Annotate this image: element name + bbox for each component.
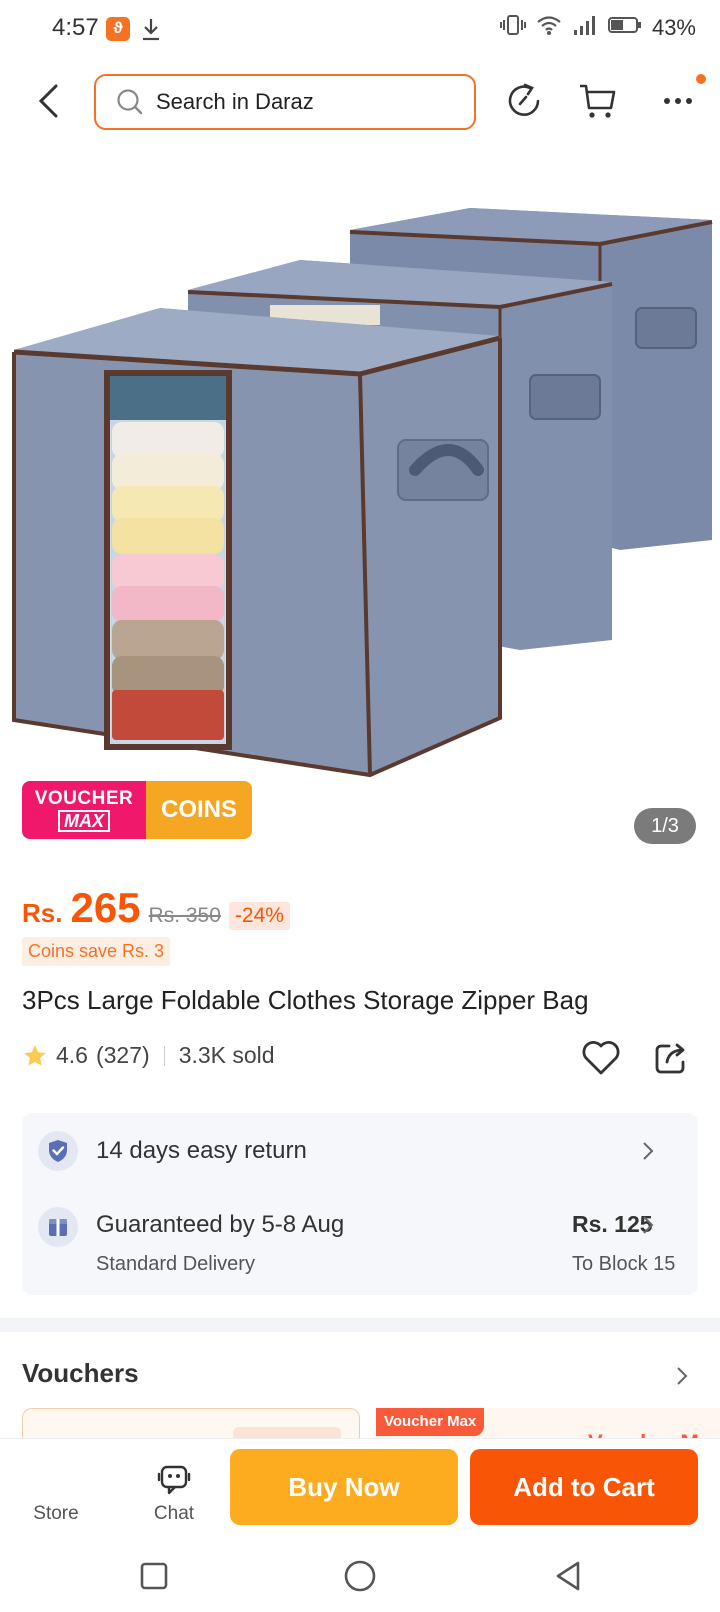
chat-label: Chat bbox=[153, 1503, 195, 1524]
recents-icon bbox=[140, 1562, 168, 1590]
chevron-right-icon bbox=[638, 1213, 658, 1237]
chat-button[interactable]: Chat bbox=[140, 1439, 208, 1539]
system-nav-bar bbox=[0, 1538, 720, 1612]
back-icon bbox=[38, 84, 58, 118]
delivery-info-card: 14 days easy return Guaranteed by 5-8 Au… bbox=[22, 1113, 698, 1295]
storage-bags-illustration bbox=[12, 208, 713, 778]
separator bbox=[163, 1045, 165, 1066]
back-button[interactable] bbox=[28, 80, 68, 122]
return-text: 14 days easy return bbox=[96, 1137, 307, 1164]
coins-save-badge: Coins save Rs. 3 bbox=[22, 937, 171, 966]
battery-icon bbox=[607, 15, 642, 40]
voucher-max-coins-badge[interactable]: VOUCHER MAX COINS bbox=[22, 781, 252, 839]
star-icon bbox=[24, 1044, 46, 1066]
home-icon bbox=[344, 1560, 376, 1592]
original-price: Rs. 350 bbox=[148, 904, 221, 927]
search-icon bbox=[117, 89, 143, 115]
voucher-text: VOUCHER bbox=[34, 787, 134, 809]
chevron-right-icon bbox=[638, 1139, 658, 1163]
signal-icon bbox=[572, 14, 598, 41]
header: Search in Daraz bbox=[0, 68, 720, 134]
wishlist-button[interactable] bbox=[578, 1035, 624, 1081]
rating-value: 4.6 bbox=[56, 1042, 88, 1068]
voucher-max-tag: Voucher Max bbox=[376, 1408, 485, 1436]
max-text: MAX bbox=[58, 809, 110, 832]
price-currency: Rs. bbox=[22, 898, 63, 928]
chat-icon bbox=[154, 1459, 194, 1499]
nav-back-icon bbox=[556, 1561, 580, 1591]
shield-icon bbox=[38, 1131, 78, 1171]
product-image[interactable] bbox=[0, 150, 720, 850]
wifi-icon bbox=[536, 14, 562, 41]
store-button[interactable]: Store bbox=[22, 1439, 90, 1539]
status-bar: 4:57 ϑ 43% bbox=[0, 0, 720, 60]
sold-count: 3.3K sold bbox=[178, 1042, 275, 1068]
add-to-cart-button[interactable]: Add to Cart bbox=[470, 1449, 698, 1525]
search-placeholder: Search in Daraz bbox=[156, 89, 314, 114]
price-value: 265 bbox=[70, 884, 141, 931]
rating-count: (327) bbox=[95, 1042, 150, 1068]
delivery-box-icon bbox=[38, 1207, 78, 1247]
cart-icon bbox=[580, 84, 616, 118]
delivery-destination: To Block 15 bbox=[572, 1253, 676, 1275]
product-title: 3Pcs Large Foldable Clothes Storage Zipp… bbox=[22, 985, 589, 1015]
heart-icon bbox=[582, 1041, 620, 1075]
section-divider bbox=[0, 1318, 720, 1332]
home-button[interactable] bbox=[340, 1556, 380, 1596]
cart-button[interactable] bbox=[577, 80, 619, 122]
store-label: Store bbox=[33, 1503, 79, 1524]
discount-badge: -24% bbox=[228, 902, 290, 930]
share-icon bbox=[655, 1043, 685, 1074]
nav-back-button[interactable] bbox=[548, 1556, 588, 1596]
voucher-max-label: VOUCHER MAX bbox=[22, 781, 146, 839]
chevron-right-icon bbox=[677, 1367, 688, 1385]
vouchers-heading: Vouchers bbox=[22, 1358, 139, 1388]
notification-dot bbox=[696, 74, 706, 84]
coins-label: COINS bbox=[146, 781, 252, 839]
buy-now-button[interactable]: Buy Now bbox=[230, 1449, 458, 1525]
delivery-type: Standard Delivery bbox=[96, 1253, 255, 1275]
delivery-guarantee: Guaranteed by 5-8 Aug bbox=[96, 1211, 345, 1238]
status-time: 4:57 bbox=[52, 14, 99, 41]
more-icon bbox=[664, 98, 692, 104]
rating-row[interactable]: 4.6 (327) 3.3K sold bbox=[22, 1042, 275, 1069]
vouchers-more-button[interactable] bbox=[672, 1362, 692, 1390]
price-row: Rs. 265 Rs. 350 -24% bbox=[22, 884, 290, 932]
battery-level: 43% bbox=[651, 14, 696, 40]
share-button[interactable] bbox=[648, 1035, 694, 1081]
history-icon bbox=[508, 83, 540, 116]
recents-button[interactable] bbox=[134, 1556, 174, 1596]
status-icons: 43% bbox=[499, 14, 696, 41]
bottom-action-bar: Store Chat Buy Now Add to Cart bbox=[0, 1438, 720, 1538]
image-counter: 1/3 bbox=[634, 808, 696, 844]
download-icon bbox=[140, 16, 162, 42]
search-input[interactable]: Search in Daraz bbox=[94, 74, 476, 130]
daraz-app-icon: ϑ bbox=[106, 17, 130, 41]
history-button[interactable] bbox=[503, 80, 545, 122]
vibrate-icon bbox=[499, 14, 526, 41]
more-button[interactable] bbox=[652, 74, 706, 122]
product-page: 4:57 ϑ 43% Search in Daraz VOUCHER MAX C… bbox=[0, 0, 720, 1612]
